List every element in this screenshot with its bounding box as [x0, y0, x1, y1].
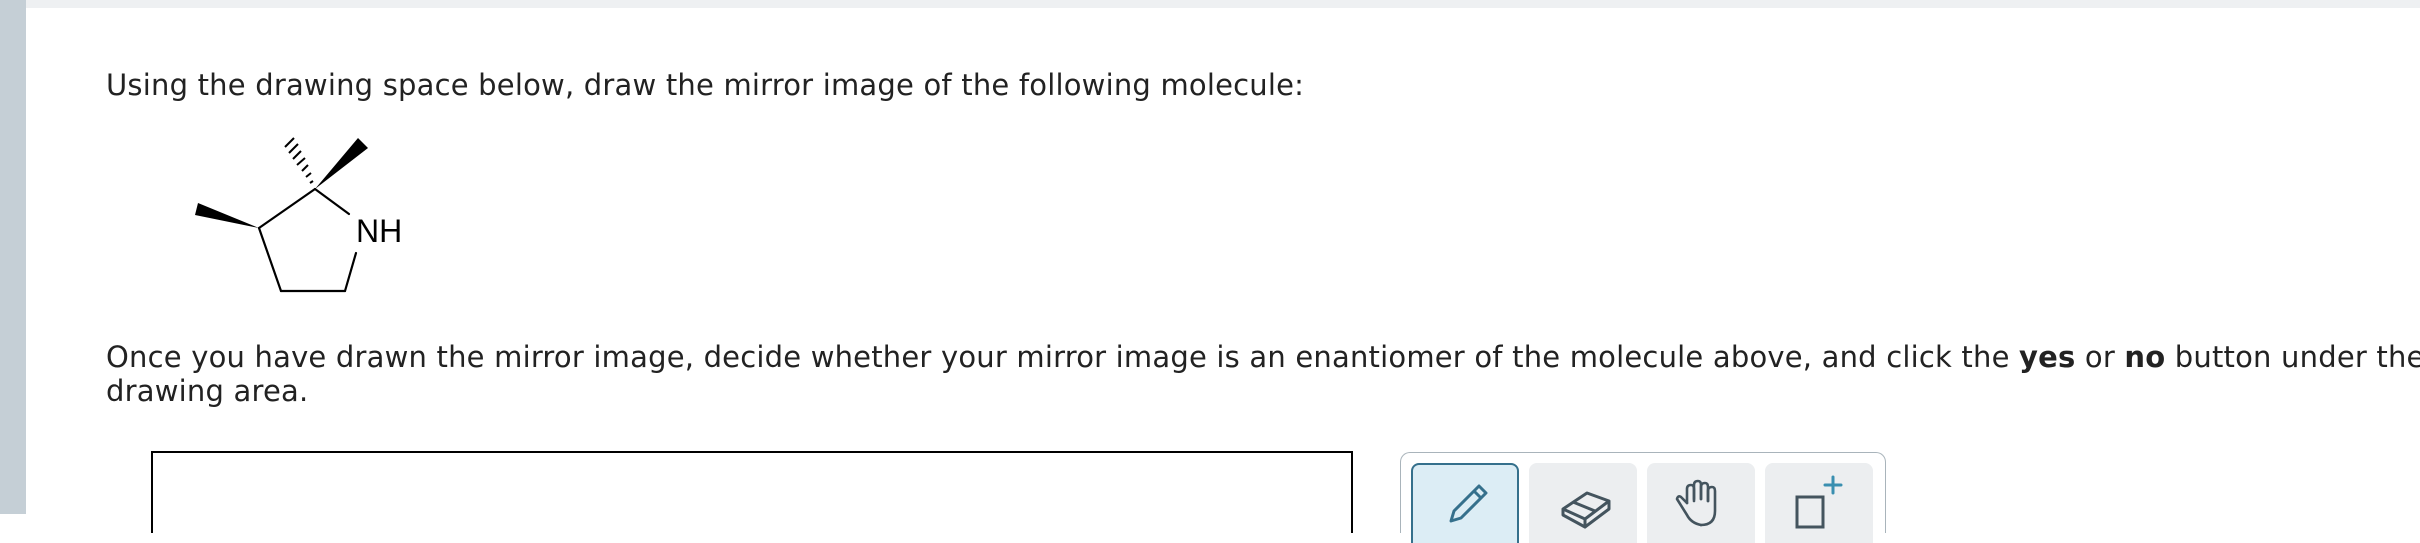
- question-instruction: Using the drawing space below, draw the …: [106, 68, 1304, 102]
- instruction-text-2: Once you have drawn the mirror image, de…: [106, 340, 2020, 374]
- wedge-bond-up-right: [315, 138, 368, 189]
- eraser-icon: [1561, 491, 1611, 529]
- pencil-icon: [1449, 484, 1488, 523]
- drawing-toolbar: [1400, 452, 1886, 543]
- or-text: or: [2075, 340, 2125, 374]
- molecule-structure: NH: [195, 137, 402, 293]
- drawing-canvas[interactable]: [151, 451, 1353, 533]
- hand-icon: [1675, 479, 1717, 527]
- instruction-text: Using the drawing space below, draw the …: [106, 68, 1305, 102]
- yes-keyword: yes: [2019, 340, 2076, 374]
- add-template-icon: [1795, 475, 1843, 529]
- template-tool-button[interactable]: [1765, 463, 1873, 543]
- no-keyword: no: [2124, 340, 2166, 374]
- left-rail: [0, 0, 26, 514]
- question-enantiomer-instruction-cont: drawing area.: [106, 374, 308, 408]
- instruction-text-3: button under the: [2165, 340, 2420, 374]
- top-strip: [26, 0, 2420, 8]
- hand-tool-button[interactable]: [1647, 463, 1755, 543]
- wedge-bond-left: [195, 203, 259, 228]
- pencil-tool-button[interactable]: [1411, 463, 1519, 543]
- nh-atom-label: NH: [356, 213, 402, 249]
- eraser-tool-button[interactable]: [1529, 463, 1637, 543]
- hash-bond-up-left: [284, 137, 314, 184]
- question-enantiomer-instruction: Once you have drawn the mirror image, de…: [106, 340, 2420, 374]
- instruction-text-4: drawing area.: [106, 374, 309, 408]
